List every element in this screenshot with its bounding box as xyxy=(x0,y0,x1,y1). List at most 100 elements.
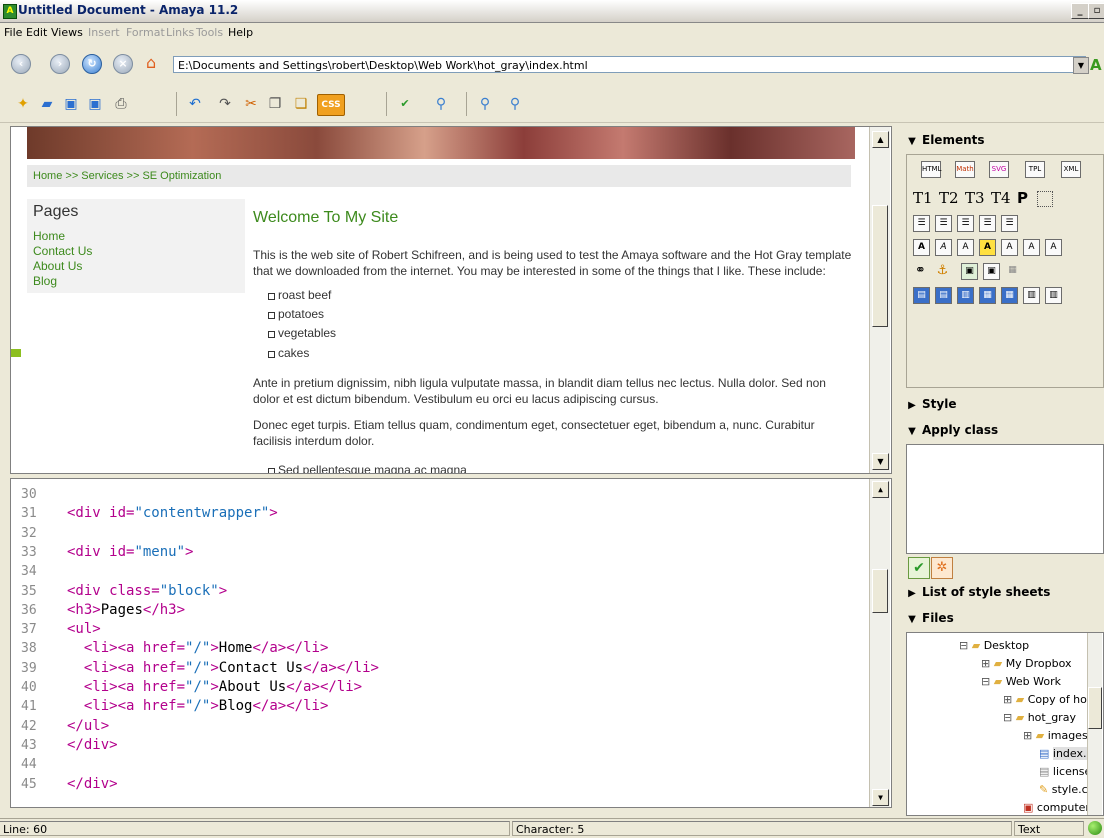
nav-link-home[interactable]: Home xyxy=(33,229,65,243)
subscript-icon[interactable]: A xyxy=(1045,239,1062,256)
paragraph-button[interactable]: P xyxy=(1017,189,1028,207)
document-scrollbar[interactable]: ▲ ▼ xyxy=(869,127,890,473)
source-line[interactable]: </ul> xyxy=(67,718,109,734)
append-row-icon[interactable]: ▦ xyxy=(1001,287,1018,304)
forward-icon[interactable]: › xyxy=(50,54,70,74)
tree-node-dropbox[interactable]: ⊞ ▰ My Dropbox xyxy=(981,657,1072,670)
numbered-list-icon[interactable]: ☰ xyxy=(935,215,952,232)
insert-table-icon[interactable]: ▤ xyxy=(913,287,930,304)
refresh-class-icon[interactable]: ✲ xyxy=(931,557,953,579)
source-line[interactable]: <li><a href="/">About Us</a></li> xyxy=(67,679,362,695)
source-line[interactable]: <ul> xyxy=(67,621,101,637)
back-icon[interactable]: ‹ xyxy=(11,54,31,74)
source-line[interactable]: <h3>Pages</h3> xyxy=(67,602,185,618)
insert-column-icon[interactable]: ▥ xyxy=(1023,287,1040,304)
css-icon[interactable]: CSS xyxy=(317,94,345,116)
nav-link-about[interactable]: About Us xyxy=(33,259,82,273)
source-line[interactable]: <div id="menu"> xyxy=(67,544,193,560)
source-line[interactable]: <div class="block"> xyxy=(67,583,227,599)
highlight-icon[interactable]: A xyxy=(979,239,996,256)
source-line[interactable]: </div> xyxy=(67,776,118,792)
superscript-icon[interactable]: A xyxy=(1023,239,1040,256)
menu-format[interactable]: Format xyxy=(126,26,165,39)
append-column-icon[interactable]: ▥ xyxy=(1045,287,1062,304)
apply-class-section-header[interactable]: ▼ Apply class xyxy=(902,419,1104,441)
tree-node-index[interactable]: ▤ index.h xyxy=(1039,747,1094,760)
menu-links[interactable]: Links xyxy=(166,26,194,39)
zoom-in-icon[interactable]: ⚲ xyxy=(474,94,496,114)
tab-template[interactable]: TPL xyxy=(1025,161,1045,178)
save-icon[interactable]: ▣ xyxy=(60,94,82,114)
table-icon[interactable]: ▦ xyxy=(1005,263,1020,278)
scroll-down-icon[interactable]: ▼ xyxy=(872,453,889,470)
scroll-down-icon[interactable]: ▼ xyxy=(872,789,889,806)
stop-icon[interactable]: × xyxy=(113,54,133,74)
find-replace-icon[interactable]: ⚲ xyxy=(430,94,452,114)
tree-node-hot-gray[interactable]: ⊟ ▰ hot_gray xyxy=(1003,711,1076,724)
strike-icon[interactable]: A xyxy=(1001,239,1018,256)
scroll-up-icon[interactable]: ▲ xyxy=(872,131,889,148)
menu-tools[interactable]: Tools xyxy=(196,26,223,39)
copy-icon[interactable]: ❐ xyxy=(264,94,286,114)
print-icon[interactable]: ⎙ xyxy=(110,94,132,114)
heading-4-button[interactable]: T4 xyxy=(991,189,1011,207)
menu-help[interactable]: Help xyxy=(228,26,253,39)
code-icon[interactable]: A xyxy=(957,239,974,256)
menu-edit[interactable]: Edit xyxy=(26,26,47,39)
scroll-thumb[interactable] xyxy=(872,205,888,327)
tree-node-desktop[interactable]: ⊟ ▰ Desktop xyxy=(959,639,1029,652)
definition-def-icon[interactable]: ☰ xyxy=(1001,215,1018,232)
heading-2-button[interactable]: T2 xyxy=(939,189,959,207)
bold-icon[interactable]: A xyxy=(913,239,930,256)
undo-icon[interactable]: ↶ xyxy=(184,94,206,114)
new-document-icon[interactable]: ✦ xyxy=(12,94,34,114)
source-line[interactable]: <li><a href="/">Home</a></li> xyxy=(67,640,329,656)
tab-xml[interactable]: XML xyxy=(1061,161,1081,178)
home-icon[interactable]: ⌂ xyxy=(146,54,164,72)
redo-icon[interactable]: ↷ xyxy=(214,94,236,114)
tree-node-copy[interactable]: ⊞ ▰ Copy of ho xyxy=(1003,693,1087,706)
table-caption-icon[interactable]: ▤ xyxy=(935,287,952,304)
open-folder-icon[interactable]: ▰ xyxy=(36,94,58,114)
tree-node-web-work[interactable]: ⊟ ▰ Web Work xyxy=(981,675,1061,688)
style-section-header[interactable]: ▶ Style xyxy=(902,393,1104,415)
save-as-icon[interactable]: ▣ xyxy=(84,94,106,114)
tree-node-images[interactable]: ⊞ ▰ images xyxy=(1023,729,1088,742)
minimize-icon[interactable]: _ xyxy=(1071,3,1089,19)
elements-section-header[interactable]: ▼ Elements xyxy=(902,129,1104,151)
link-icon[interactable]: ⚭ xyxy=(913,263,928,278)
definition-list-icon[interactable]: ☰ xyxy=(957,215,974,232)
source-line[interactable]: </div> xyxy=(67,737,118,753)
apply-check-icon[interactable]: ✔ xyxy=(908,557,930,579)
object-icon[interactable]: ▣ xyxy=(983,263,1000,280)
tab-svg[interactable]: SVG xyxy=(989,161,1009,178)
scroll-up-icon[interactable]: ▲ xyxy=(872,481,889,498)
menu-file[interactable]: File xyxy=(4,26,22,39)
spellcheck-icon[interactable]: ✔ xyxy=(394,94,416,114)
italic-icon[interactable]: A xyxy=(935,239,952,256)
url-dropdown-icon[interactable]: ▼ xyxy=(1073,57,1089,74)
scroll-thumb[interactable] xyxy=(1088,687,1102,729)
source-line[interactable]: <div id="contentwrapper"> xyxy=(67,505,278,521)
restore-icon[interactable]: ▫ xyxy=(1088,3,1104,19)
scroll-thumb[interactable] xyxy=(872,569,888,613)
heading-3-button[interactable]: T3 xyxy=(965,189,985,207)
heading-1-button[interactable]: T1 xyxy=(913,189,933,207)
tab-math[interactable]: Math xyxy=(955,161,975,178)
zoom-out-icon[interactable]: ⚲ xyxy=(504,94,526,114)
table-column-icon[interactable]: ▥ xyxy=(957,287,974,304)
paste-icon[interactable]: ❏ xyxy=(290,94,312,114)
nav-link-contact[interactable]: Contact Us xyxy=(33,244,92,258)
bulleted-list-icon[interactable]: ☰ xyxy=(913,215,930,232)
source-view-pane[interactable]: 30 31 <div id="contentwrapper"> 32 33 <div id… xyxy=(10,478,892,808)
anchor-icon[interactable]: ⚓ xyxy=(935,263,950,278)
cut-icon[interactable]: ✂ xyxy=(240,94,262,114)
breadcrumb[interactable]: Home >> Services >> SE Optimization xyxy=(33,170,221,182)
image-icon[interactable]: ▣ xyxy=(961,263,978,280)
definition-term-icon[interactable]: ☰ xyxy=(979,215,996,232)
tab-html[interactable]: HTML xyxy=(921,161,941,178)
document-view-pane[interactable]: Home >> Services >> SE Optimization Page… xyxy=(10,126,892,474)
menu-insert[interactable]: Insert xyxy=(88,26,120,39)
source-line[interactable]: <li><a href="/">Contact Us</a></li> xyxy=(67,660,379,676)
file-tree-scrollbar[interactable] xyxy=(1087,633,1102,815)
